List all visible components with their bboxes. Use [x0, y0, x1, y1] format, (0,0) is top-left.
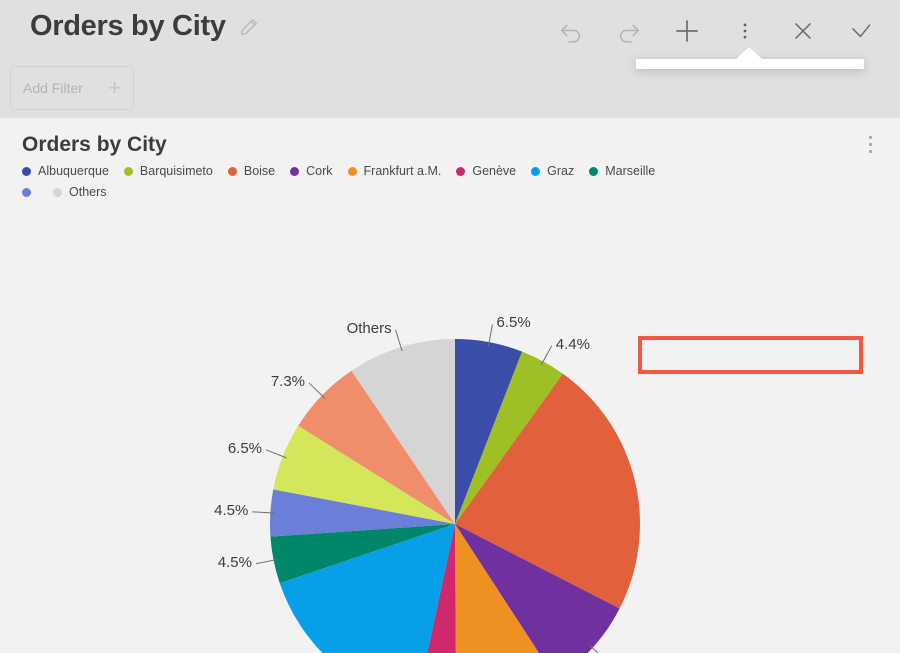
chart-options-kebab-icon[interactable]	[869, 136, 872, 153]
pie-leader-line	[308, 382, 326, 399]
page-title: Orders by City	[30, 10, 226, 42]
legend-item-label: Albuquerque	[38, 164, 109, 178]
pie-slice-label: 6.5%	[496, 314, 531, 332]
plus-icon: +	[108, 75, 121, 100]
legend-item[interactable]: Albuquerque	[22, 164, 109, 178]
pie-slice-label: 7.3%	[270, 372, 306, 390]
confirm-button[interactable]	[832, 8, 890, 54]
legend-item[interactable]: Others	[53, 185, 107, 199]
legend-color-swatch	[456, 166, 466, 176]
legend-item-label: Marseille	[605, 164, 656, 178]
redo-button[interactable]	[600, 8, 658, 54]
legend-color-swatch	[531, 166, 541, 176]
chart-card: Orders by City Albuquerque Barquisimeto Bo…	[0, 118, 900, 653]
legend-item[interactable]: Frankfurt a.M.	[347, 164, 442, 178]
pie-slice-label: 4.4%	[555, 335, 590, 353]
legend-item[interactable]: Marseille	[589, 164, 655, 178]
legend-item[interactable]: Genève	[456, 164, 516, 178]
header-toolbar	[542, 8, 890, 54]
pie-leader-line	[265, 449, 287, 459]
legend-item-label: Frankfurt a.M.	[363, 164, 442, 178]
legend-item-label: Graz	[547, 164, 575, 178]
title-row: Orders by City	[30, 10, 260, 43]
legend-color-swatch	[123, 166, 133, 176]
legend-color-swatch	[227, 166, 237, 176]
legend-item[interactable]: Barquisimeto	[123, 164, 213, 178]
legend-item-label: Cork	[306, 164, 333, 178]
add-button[interactable]	[658, 8, 716, 54]
pie-leader-line	[540, 345, 553, 366]
legend-color-swatch	[589, 166, 599, 176]
legend-item[interactable]: Boise	[227, 164, 276, 178]
pie-slice-label: 4.5%	[217, 553, 252, 571]
pie-slice-label: 4.5%	[214, 501, 249, 519]
more-options-menu	[636, 59, 864, 69]
pie-slice-label: Others	[346, 319, 392, 337]
add-filter-label: Add Filter	[23, 80, 83, 96]
pie-chart: 6.5%4.4%9.1%10%3.8%18.1%4.5%4.5%6.5%7.3%…	[0, 213, 900, 653]
legend-color-swatch	[22, 166, 31, 176]
legend-color-swatch	[22, 187, 31, 197]
pencil-icon[interactable]	[238, 16, 260, 38]
close-button[interactable]	[774, 8, 832, 54]
legend-item[interactable]	[22, 187, 38, 197]
pie-slice-label: 6.5%	[227, 439, 263, 457]
undo-button[interactable]	[542, 8, 600, 54]
legend-item-label: Boise	[243, 164, 276, 178]
menu-pointer-arrow	[735, 47, 763, 60]
add-filter-button[interactable]: Add Filter +	[10, 66, 134, 110]
chart-legend: Albuquerque Barquisimeto Boise Cork Frankfur…	[22, 164, 682, 199]
legend-item[interactable]: Cork	[290, 164, 333, 178]
legend-item-label: Genève	[472, 164, 517, 178]
legend-item-label: Others	[69, 185, 107, 199]
legend-color-swatch	[53, 187, 62, 197]
legend-item-label: Barquisimeto	[139, 164, 213, 178]
legend-color-swatch	[290, 166, 300, 176]
chart-title: Orders by City	[22, 133, 167, 156]
app-root: Orders by City Add Filter + Orders by Ci…	[0, 0, 900, 653]
legend-item[interactable]: Graz	[531, 164, 574, 178]
legend-color-swatch	[347, 166, 357, 176]
pie-svg	[252, 324, 640, 653]
